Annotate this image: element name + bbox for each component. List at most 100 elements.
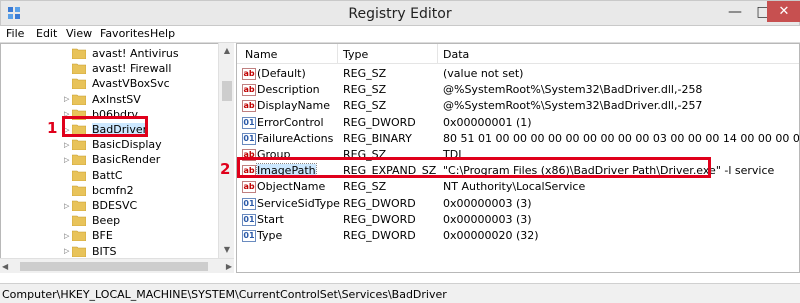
menu-view[interactable]: View <box>66 27 92 40</box>
tree-item-label: bcmfn2 <box>92 183 134 197</box>
expand-arrow-icon[interactable]: ▷ <box>64 156 72 164</box>
callout-box-baddriver <box>62 116 148 137</box>
folder-icon <box>72 63 86 75</box>
folder-icon <box>72 139 86 151</box>
value-type: REG_SZ <box>343 99 387 113</box>
tree-item[interactable]: avast! Firewall <box>1 61 221 76</box>
value-type: REG_DWORD <box>343 229 416 242</box>
value-data: 0x00000001 (1) <box>443 115 532 129</box>
folder-icon <box>72 94 86 105</box>
value-data: @%SystemRoot%\System32\BadDriver.dll,-25… <box>443 83 703 97</box>
column-divider[interactable] <box>337 44 338 64</box>
title-bar: Registry Editor — □ ✕ <box>0 0 800 26</box>
value-name: (Default) <box>257 67 306 80</box>
minimize-button[interactable]: — <box>721 1 749 22</box>
value-data: 0x00000020 (32) <box>443 229 539 242</box>
folder-icon <box>72 155 86 166</box>
column-header-data[interactable]: Data <box>443 48 469 61</box>
menu-help[interactable]: Help <box>150 27 175 40</box>
tree-item[interactable]: ▷ BFE <box>1 228 221 243</box>
value-data: 0x00000003 (3) <box>443 196 532 210</box>
value-name: ServiceSidType <box>257 196 340 210</box>
value-type: REG_SZ <box>343 180 387 194</box>
menu-edit[interactable]: Edit <box>36 27 57 40</box>
value-row[interactable]: ab DisplayName REG_SZ @%SystemRoot%\System3… <box>237 98 797 114</box>
menu-bar: File Edit View Favorites Help <box>0 26 800 43</box>
value-type: REG_SZ <box>343 67 387 80</box>
expand-arrow-icon[interactable]: ▷ <box>64 202 72 210</box>
value-row[interactable]: 01 ErrorControl REG_DWORD 0x00000001 (1) <box>237 115 797 131</box>
value-row[interactable]: ab (Default) REG_SZ (value not set) <box>237 66 797 82</box>
window-title: Registry Editor <box>348 6 452 22</box>
column-header-type[interactable]: Type <box>343 48 368 61</box>
expand-arrow-icon[interactable]: ▷ <box>64 95 72 103</box>
string-value-icon: ab <box>242 68 256 80</box>
value-data: 80 51 01 00 00 00 00 00 00 00 00 00 03 0… <box>443 131 800 145</box>
callout-box-imagepath <box>237 157 711 178</box>
tree-item[interactable]: ▷ BDESVC <box>1 198 221 213</box>
value-name: ErrorControl <box>257 115 324 129</box>
tree-item-label: BasicDisplay <box>92 138 162 152</box>
menu-file[interactable]: File <box>6 27 24 40</box>
scroll-thumb[interactable] <box>222 81 232 101</box>
tree-item[interactable]: ▷ BasicDisplay <box>1 137 221 152</box>
folder-icon <box>72 231 86 242</box>
binary-value-icon: 01 <box>242 213 256 226</box>
string-value-icon: ab <box>242 100 256 113</box>
value-name: FailureActions <box>257 131 334 145</box>
scroll-right-icon[interactable]: ▶ <box>226 259 232 274</box>
tree-item[interactable]: bcmfn2 <box>1 183 221 198</box>
value-type: REG_DWORD <box>343 212 416 226</box>
value-type: REG_DWORD <box>343 115 416 129</box>
column-divider[interactable] <box>437 44 438 64</box>
value-row[interactable]: 01 Type REG_DWORD 0x00000020 (32) <box>237 228 797 244</box>
value-data: 0x00000003 (3) <box>443 212 532 226</box>
scroll-up-icon[interactable]: ▲ <box>219 43 235 59</box>
value-row[interactable]: ab ObjectName REG_SZ NT Authority\LocalServ… <box>237 179 797 195</box>
folder-icon <box>72 170 86 181</box>
registry-path: Computer\HKEY_LOCAL_MACHINE\SYSTEM\Curre… <box>2 288 447 301</box>
tree-item-label: BFE <box>92 229 113 243</box>
value-type: REG_DWORD <box>343 196 416 210</box>
tree-item-label: BasicRender <box>92 153 161 167</box>
value-row[interactable]: ab Description REG_SZ @%SystemRoot%\System3… <box>237 82 797 98</box>
status-bar: Computer\HKEY_LOCAL_MACHINE\SYSTEM\Curre… <box>0 283 800 303</box>
tree-item[interactable]: ▷ BasicRender <box>1 152 221 167</box>
folder-icon <box>72 185 86 196</box>
binary-value-icon: 01 <box>242 197 256 210</box>
scroll-down-icon[interactable]: ▼ <box>219 242 235 258</box>
value-row[interactable]: 01 FailureActions REG_BINARY 80 51 01 00 00… <box>237 131 800 147</box>
value-row[interactable]: 01 ServiceSidType REG_DWORD 0x00000003 (3) <box>237 196 797 212</box>
expand-arrow-icon[interactable]: ▷ <box>64 247 72 255</box>
folder-icon <box>72 215 86 227</box>
value-name: DisplayName <box>257 99 330 113</box>
column-header-name[interactable]: Name <box>245 48 277 61</box>
tree-horizontal-scrollbar[interactable]: ◀ ▶ <box>0 258 234 273</box>
tree-item-label: Beep <box>92 214 121 228</box>
expand-arrow-icon[interactable]: ▷ <box>64 141 72 149</box>
tree-item-label: AvastVBoxSvc <box>92 77 170 91</box>
tree-item[interactable]: ▷ BITS <box>1 244 221 259</box>
value-row[interactable]: 01 Start REG_DWORD 0x00000003 (3) <box>237 212 797 228</box>
menu-favorites[interactable]: Favorites <box>100 27 150 40</box>
string-value-icon: ab <box>242 181 256 194</box>
tree-item[interactable]: Beep <box>1 213 221 228</box>
tree-item-label: avast! Firewall <box>92 62 172 76</box>
scroll-left-icon[interactable]: ◀ <box>2 259 8 274</box>
scroll-thumb-horizontal[interactable] <box>20 262 208 271</box>
binary-value-icon: 01 <box>242 132 256 145</box>
tree-vertical-scrollbar[interactable]: ▲ ▼ <box>218 43 234 258</box>
tree-item-label: BDESVC <box>92 199 138 212</box>
value-name: Description <box>257 83 320 97</box>
tree-item[interactable]: BattC <box>1 168 221 183</box>
tree-item[interactable]: ▷ AxInstSV <box>1 92 221 107</box>
value-name: Type <box>257 229 283 242</box>
binary-value-icon: 01 <box>242 230 256 242</box>
tree-item[interactable]: AvastVBoxSvc <box>1 76 221 91</box>
tree-item[interactable]: avast! Antivirus <box>1 46 221 61</box>
close-button[interactable]: ✕ <box>767 1 800 22</box>
value-data: NT Authority\LocalService <box>443 180 586 194</box>
folder-icon <box>72 48 86 59</box>
expand-arrow-icon[interactable]: ▷ <box>64 232 72 240</box>
registry-key-tree[interactable]: avast! Antivirus avast! Firewall AvastVBox… <box>0 43 234 273</box>
